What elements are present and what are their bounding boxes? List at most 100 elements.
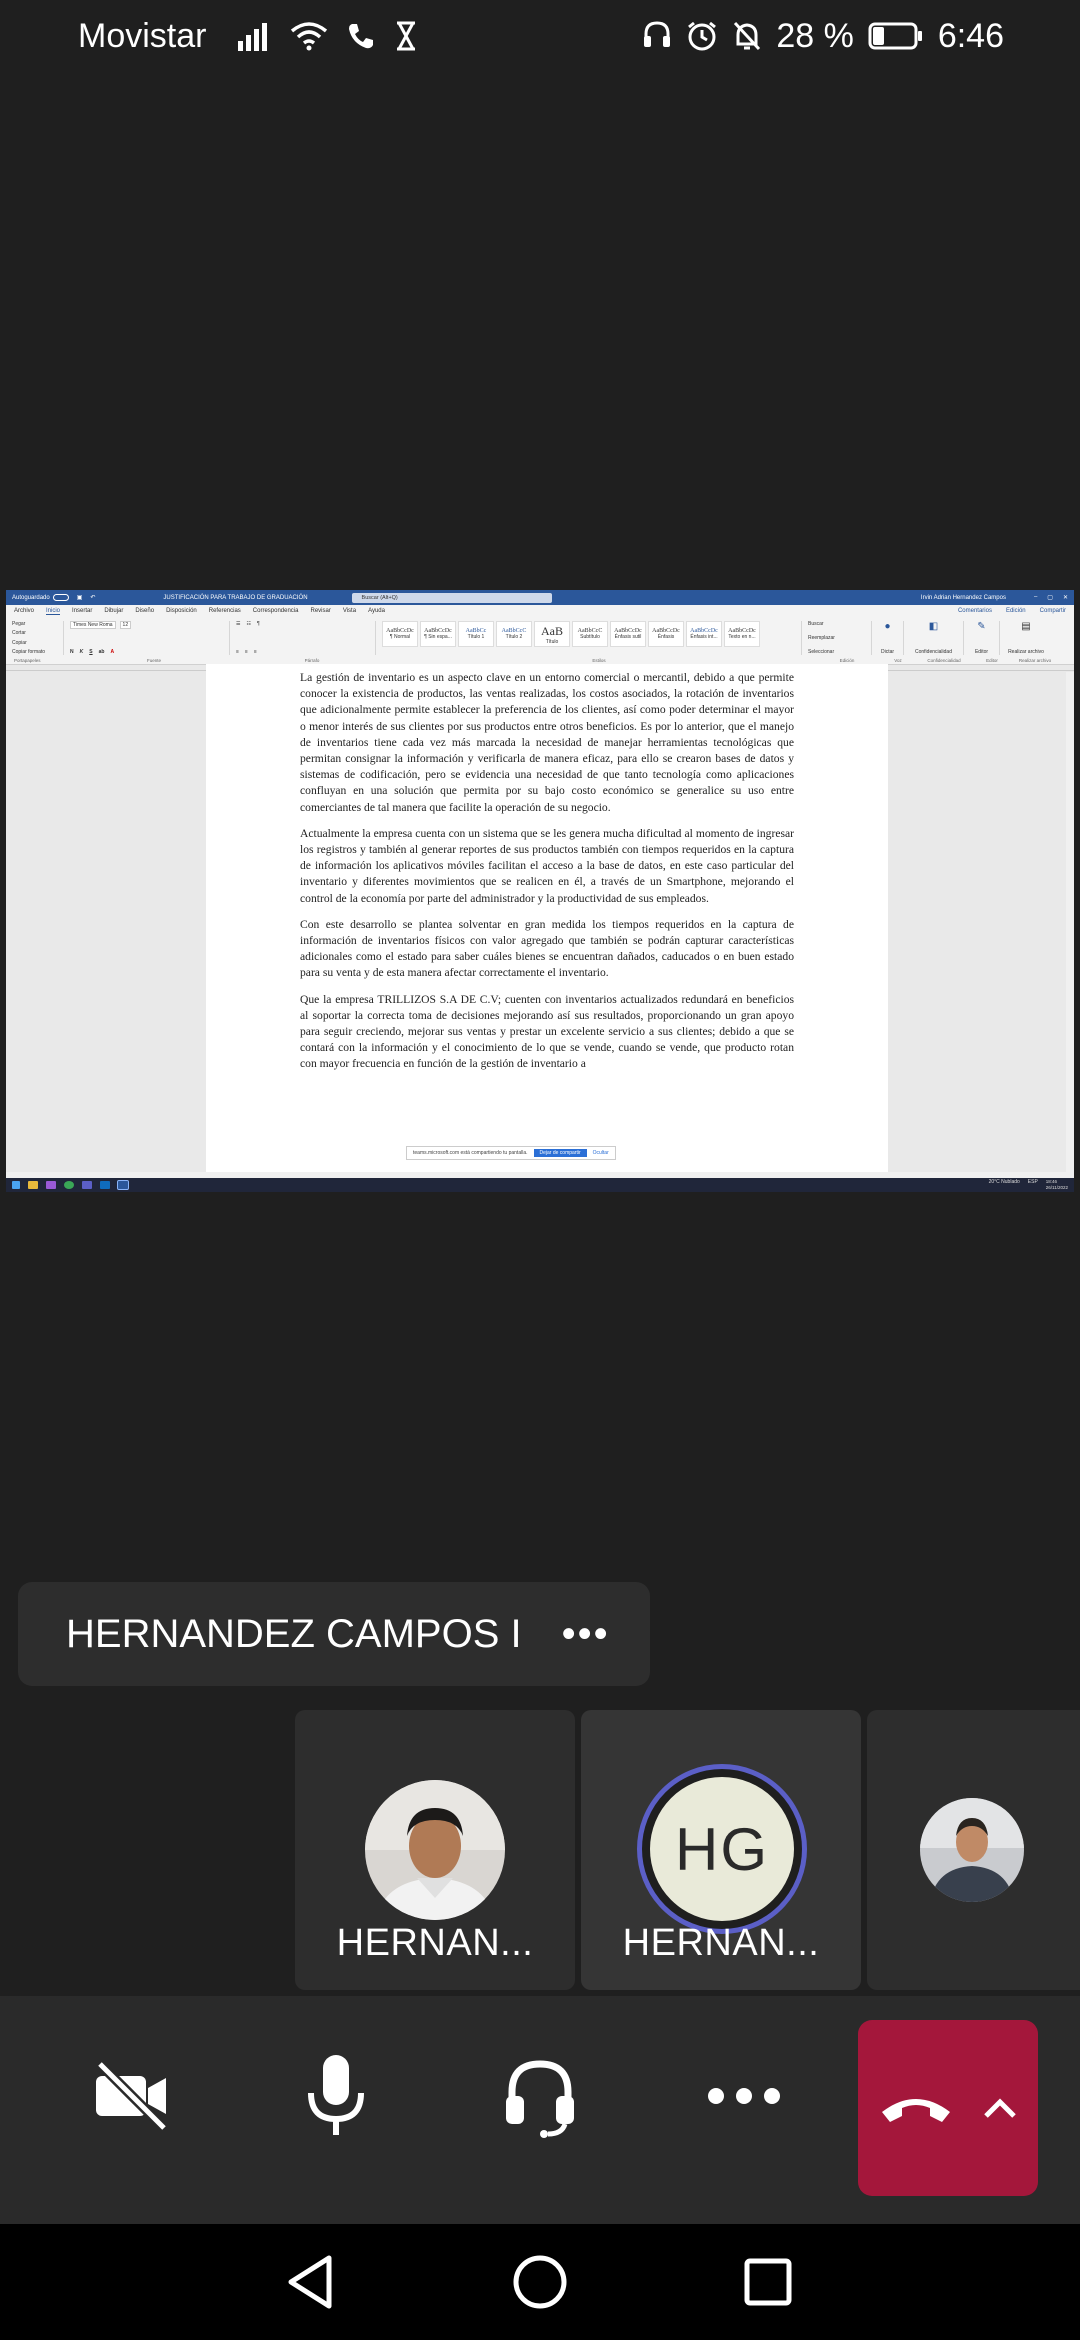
- cut-button[interactable]: Cortar: [12, 630, 57, 636]
- font-name-select[interactable]: Times New Roma: [70, 621, 116, 629]
- recents-button[interactable]: [733, 2247, 803, 2317]
- font-size-select[interactable]: 12: [119, 621, 132, 629]
- audio-output-button[interactable]: [490, 2046, 590, 2146]
- document-title: JUSTIFICACIÓN PARA TRABAJO DE GRADUACIÓN: [163, 594, 308, 601]
- chrome-icon[interactable]: [64, 1181, 74, 1189]
- font-color-icon[interactable]: A: [110, 649, 114, 655]
- tab-ayuda[interactable]: Ayuda: [368, 608, 385, 614]
- participant-tile[interactable]: [867, 1710, 1080, 1990]
- stop-sharing-button[interactable]: Dejar de compartir: [533, 1149, 587, 1157]
- teams-icon[interactable]: [82, 1181, 92, 1189]
- close-icon[interactable]: ✕: [1063, 594, 1068, 601]
- justify-icon[interactable]: ≡: [254, 649, 257, 655]
- save-icon[interactable]: ▣: [77, 594, 83, 601]
- tab-inicio[interactable]: Inicio: [46, 608, 61, 615]
- hide-banner-button[interactable]: Ocultar: [593, 1150, 609, 1156]
- editing-button[interactable]: Edición: [1006, 608, 1026, 614]
- tab-disposicion[interactable]: Disposición: [166, 608, 197, 614]
- file-explorer-icon[interactable]: [28, 1181, 38, 1189]
- tab-diseno[interactable]: Diseño: [135, 608, 154, 614]
- tab-correspondencia[interactable]: Correspondencia: [253, 608, 299, 614]
- style-heading-1[interactable]: AaBbCc Título 1: [458, 621, 494, 647]
- document-page[interactable]: La gestión de inventario es un aspecto c…: [206, 664, 888, 1184]
- paragraph: Actualmente la empresa cuenta con un sis…: [300, 826, 794, 905]
- group-label: Edición: [839, 658, 855, 663]
- style-normal[interactable]: AaBbCcDc ¶ Normal: [382, 621, 418, 647]
- style-intense-emphasis[interactable]: AaBbCcDc Énfasis int...: [686, 621, 722, 647]
- sensitivity-button[interactable]: Confidencialidad: [915, 649, 952, 655]
- word-search-box[interactable]: Buscar (Alt+Q): [351, 592, 552, 603]
- word-icon[interactable]: [117, 1180, 129, 1190]
- bold-icon[interactable]: N: [70, 649, 74, 655]
- shared-screen[interactable]: Autoguardado ▣ ↶ JUSTIFICACIÓN PARA TRAB…: [6, 590, 1074, 1192]
- copy-button[interactable]: Copiar: [12, 640, 57, 646]
- windows-start-icon[interactable]: [12, 1181, 20, 1189]
- strikethrough-icon[interactable]: ab: [99, 649, 105, 655]
- back-icon: [288, 2255, 332, 2309]
- sensitivity-group: ◧ Confidencialidad: [910, 621, 964, 655]
- format-painter-button[interactable]: Copiar formato: [12, 649, 57, 655]
- more-icon: [708, 2088, 780, 2104]
- style-name: Énfasis int...: [690, 634, 718, 640]
- style-subtle-emphasis[interactable]: AaBbCcDc Énfasis sutil: [610, 621, 646, 647]
- select-button[interactable]: Seleccionar: [808, 649, 865, 655]
- style-title[interactable]: AaB Título: [534, 621, 570, 647]
- numbering-icon[interactable]: ☷: [246, 621, 250, 627]
- bullets-icon[interactable]: ☰: [236, 621, 240, 627]
- group-label: Editor: [986, 658, 998, 663]
- pilcrow-icon[interactable]: ¶: [257, 621, 260, 627]
- style-no-spacing[interactable]: AaBbCcDc ¶ Sin espa...: [420, 621, 456, 647]
- more-actions-button[interactable]: [694, 2046, 794, 2146]
- tab-revisar[interactable]: Revisar: [310, 608, 330, 614]
- minimize-icon[interactable]: –: [1034, 594, 1037, 601]
- microphone-icon: [308, 2055, 364, 2135]
- undo-icon[interactable]: ↶: [90, 594, 95, 601]
- chevron-up-icon[interactable]: [982, 2096, 1018, 2120]
- italic-icon[interactable]: K: [80, 649, 84, 655]
- style-heading-2[interactable]: AaBbCcC Título 2: [496, 621, 532, 647]
- participant-tile[interactable]: HERNAN...: [295, 1710, 575, 1990]
- underline-icon[interactable]: S: [89, 649, 92, 655]
- hang-up-button[interactable]: [858, 2020, 1038, 2196]
- tab-referencias[interactable]: Referencias: [209, 608, 241, 614]
- archive-button[interactable]: Realizar archivo: [1008, 649, 1044, 655]
- autosave-toggle[interactable]: Autoguardado: [12, 594, 69, 601]
- align-center-icon[interactable]: ≡: [245, 649, 248, 655]
- back-button[interactable]: [275, 2247, 345, 2317]
- vertical-scrollbar[interactable]: [1066, 672, 1074, 1172]
- group-label: Voz: [894, 658, 902, 663]
- style-subtitle[interactable]: AaBbCcC Subtítulo: [572, 621, 608, 647]
- participant-name: HERNAN...: [622, 1922, 820, 1964]
- ribbon-group-labels: Portapapeles Fuente Párrafo Estilos Edic…: [6, 658, 1074, 663]
- paste-button[interactable]: Pegar: [12, 621, 57, 627]
- presenter-name-card[interactable]: HERNANDEZ CAMPOS I •••: [18, 1582, 650, 1686]
- participant-tile-active-speaker[interactable]: HG HERNAN...: [581, 1710, 861, 1990]
- microphone-button[interactable]: [286, 2046, 386, 2146]
- style-name: ¶ Normal: [389, 634, 411, 640]
- dictate-button[interactable]: Dictar: [881, 649, 894, 655]
- tab-dibujar[interactable]: Dibujar: [104, 608, 123, 614]
- find-button[interactable]: Buscar: [808, 621, 865, 627]
- tab-archivo[interactable]: Archivo: [14, 608, 34, 614]
- align-left-icon[interactable]: ≡: [236, 649, 239, 655]
- tab-vista[interactable]: Vista: [343, 608, 356, 614]
- app-icon[interactable]: [46, 1181, 56, 1189]
- weather-widget[interactable]: 20°C Nublado: [989, 1179, 1020, 1191]
- comments-button[interactable]: Comentarios: [958, 608, 992, 614]
- taskbar-clock[interactable]: 18:46 26/11/2022: [1046, 1179, 1068, 1191]
- more-options-icon[interactable]: •••: [562, 1612, 610, 1657]
- replace-button[interactable]: Reemplazar: [808, 635, 865, 641]
- style-emphasis[interactable]: AaBbCcDc Énfasis: [648, 621, 684, 647]
- style-bold-text[interactable]: AaBbCcDc Texto en n...: [724, 621, 760, 647]
- editor-button[interactable]: Editor: [975, 649, 988, 655]
- tab-insertar[interactable]: Insertar: [72, 608, 92, 614]
- maximize-icon[interactable]: ▢: [1047, 594, 1053, 601]
- outlook-icon[interactable]: [100, 1181, 110, 1189]
- language-indicator[interactable]: ESP: [1028, 1179, 1038, 1191]
- share-button[interactable]: Compartir: [1040, 608, 1066, 614]
- camera-toggle-button[interactable]: [82, 2046, 182, 2146]
- style-name: Texto en n...: [728, 634, 756, 640]
- home-button[interactable]: [505, 2247, 575, 2317]
- shared-screen-area: Autoguardado ▣ ↶ JUSTIFICACIÓN PARA TRAB…: [0, 72, 1080, 1582]
- initials-avatar: HG: [650, 1777, 794, 1921]
